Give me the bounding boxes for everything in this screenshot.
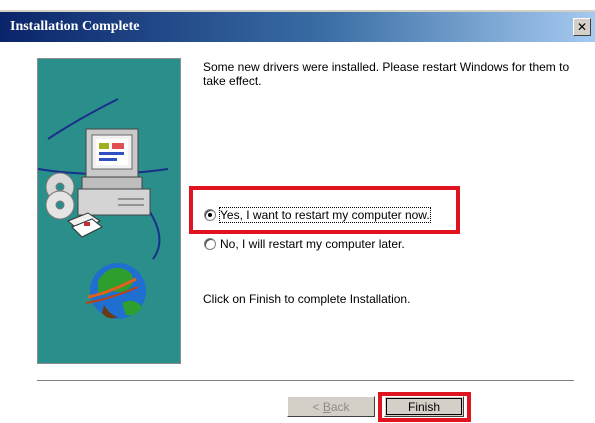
restart-message: Some new drivers were installed. Please … <box>203 60 570 88</box>
radio-button-unselected[interactable] <box>204 238 216 250</box>
dialog-title: Installation Complete <box>10 19 140 34</box>
back-button[interactable]: < Back <box>287 396 375 417</box>
highlight-box-finish <box>378 392 471 422</box>
close-button[interactable]: ✕ <box>573 18 591 36</box>
back-button-prefix: < <box>312 399 323 414</box>
restart-later-label[interactable]: No, I will restart my computer later. <box>220 237 405 251</box>
divider <box>37 380 574 382</box>
setup-illustration <box>38 59 180 363</box>
restart-later-option[interactable]: No, I will restart my computer later. <box>204 237 405 251</box>
setup-illustration-panel <box>37 58 181 364</box>
restart-now-label[interactable]: Yes, I want to restart my computer now. <box>219 207 431 223</box>
cd-icon <box>45 172 75 220</box>
back-button-rest: ack <box>330 399 350 414</box>
restart-now-option[interactable]: Yes, I want to restart my computer now. <box>204 207 431 223</box>
radio-button-selected[interactable] <box>204 209 216 221</box>
installation-dialog: Installation Complete ✕ Some new drivers… <box>0 0 595 423</box>
finish-instruction: Click on Finish to complete Installation… <box>203 292 411 306</box>
back-button-accelerator: B <box>322 399 331 414</box>
close-icon: ✕ <box>576 20 588 34</box>
title-bar: Installation Complete ✕ <box>0 10 595 42</box>
